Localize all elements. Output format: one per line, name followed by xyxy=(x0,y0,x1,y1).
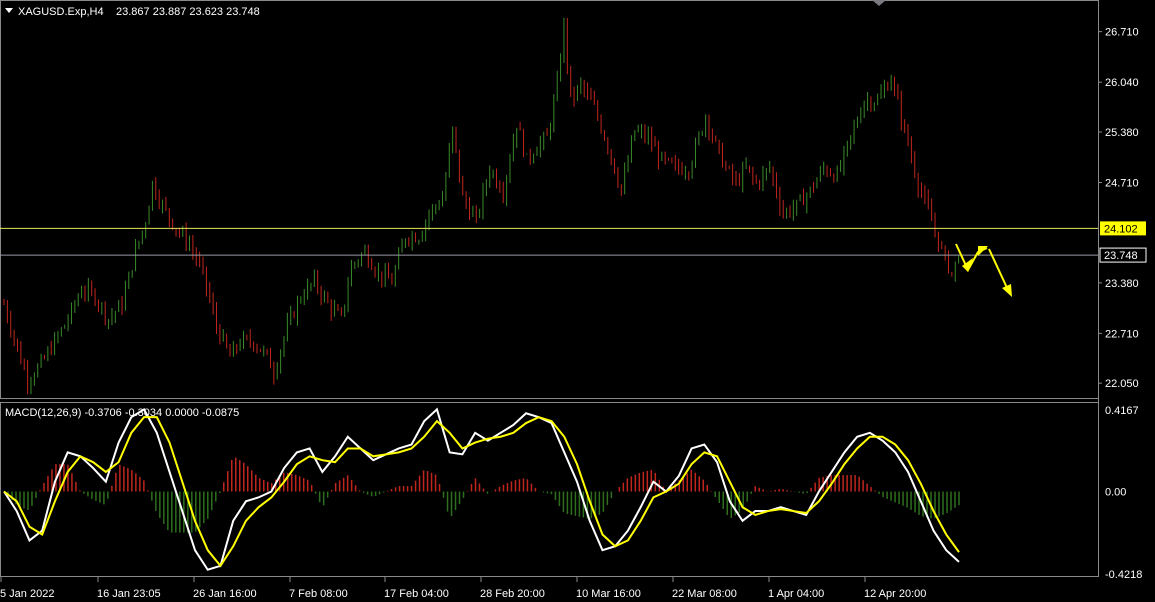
time-axis-label: 16 Jan 23:05 xyxy=(97,588,161,600)
macd-axis-label: -0.4218 xyxy=(1105,569,1142,581)
current-price-value: 23.748 xyxy=(1104,250,1138,262)
ohlc-values: 23.867 23.887 23.623 23.748 xyxy=(116,6,260,18)
price-axis-label: 26.710 xyxy=(1105,27,1139,39)
price-axis-label: 25.380 xyxy=(1105,127,1139,139)
time-axis-label: 28 Feb 20:00 xyxy=(480,588,545,600)
time-axis-label: 17 Feb 04:00 xyxy=(384,588,449,600)
candlestick-series xyxy=(3,17,960,395)
trading-chart[interactable]: XAGUSD.Exp,H4 23.867 23.887 23.623 23.74… xyxy=(0,0,1155,602)
chart-shift-marker[interactable] xyxy=(872,0,886,6)
price-axis-label: 22.050 xyxy=(1105,378,1139,390)
macd-axis-label: 0.4167 xyxy=(1105,405,1139,417)
time-axis-label: 10 Mar 16:00 xyxy=(576,588,641,600)
time-axis: 5 Jan 2022 16 Jan 23:05 26 Jan 16:00 7 Feb … xyxy=(0,577,926,600)
signal-line xyxy=(3,416,960,568)
forecast-arrowhead-2 xyxy=(978,246,988,256)
price-axis-label: 22.710 xyxy=(1105,328,1139,340)
current-price-tag: 23.748 xyxy=(1099,247,1147,263)
time-axis-label: 22 Mar 08:00 xyxy=(672,588,737,600)
symbol-timeframe-label: XAGUSD.Exp,H4 xyxy=(18,6,104,18)
time-axis-label: 12 Apr 20:00 xyxy=(864,588,926,600)
macd-indicator-label: MACD(12,26,9) -0.3706 -0.3034 0.0000 -0.… xyxy=(5,407,239,419)
macd-axis: 0.4167 0.00 -0.4218 xyxy=(1105,405,1142,581)
price-axis-label: 23.380 xyxy=(1105,278,1139,290)
time-axis-label: 26 Jan 16:00 xyxy=(193,588,257,600)
time-axis-label: 1 Apr 04:00 xyxy=(768,588,824,600)
yellow-level-tag: 24.102 xyxy=(1100,221,1146,236)
macd-panel-frame xyxy=(0,402,1099,577)
symbol-dropdown-icon[interactable] xyxy=(5,8,13,13)
time-axis-label: 7 Feb 08:00 xyxy=(289,588,348,600)
macd-axis-label: 0.00 xyxy=(1105,487,1126,499)
forecast-arrowhead-3 xyxy=(1002,284,1012,297)
time-axis-label: 5 Jan 2022 xyxy=(0,588,54,600)
price-panel-frame xyxy=(0,0,1099,399)
yellow-level-value: 24.102 xyxy=(1104,223,1138,235)
price-axis-label: 26.040 xyxy=(1105,77,1139,89)
price-axis-label: 24.710 xyxy=(1105,178,1139,190)
forecast-arrows xyxy=(955,243,1012,297)
macd-histogram xyxy=(7,457,960,533)
price-axis: 26.710 26.040 25.380 24.710 23.380 22.710 22.0… xyxy=(1098,27,1139,390)
